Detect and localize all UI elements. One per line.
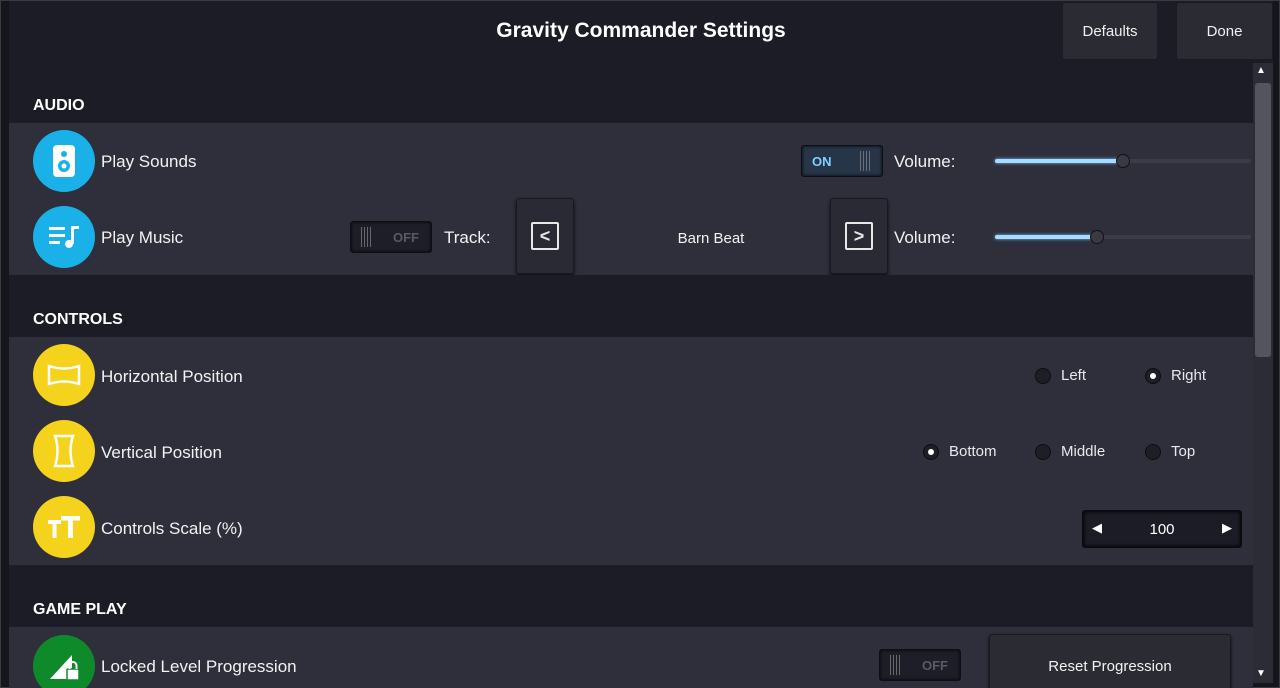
track-name: Barn Beat — [677, 230, 745, 247]
radio-top[interactable]: Top — [1145, 443, 1195, 460]
locked-progression-label: Locked Level Progression — [101, 657, 297, 676]
radio-bottom[interactable]: Bottom — [923, 443, 997, 460]
radio-top-dot — [1145, 443, 1161, 460]
gameplay-section-header: GAME PLAY — [9, 565, 1253, 627]
sound-volume-thumb[interactable] — [1116, 154, 1130, 168]
defaults-button[interactable]: Defaults — [1062, 2, 1158, 60]
radio-bottom-dot — [923, 443, 939, 460]
radio-left[interactable]: Left — [1035, 367, 1086, 384]
toggle-grip-icon — [860, 151, 872, 171]
controls-scale-stepper[interactable]: ◀ 100 ▶ — [1082, 510, 1242, 548]
chevron-left-icon: < — [531, 222, 559, 250]
music-volume-slider[interactable] — [995, 230, 1251, 244]
gameplay-heading: GAME PLAY — [33, 601, 127, 618]
music-volume-fill — [995, 235, 1098, 239]
play-music-label: Play Music — [101, 228, 184, 247]
done-button[interactable]: Done — [1176, 2, 1273, 60]
chevron-right-icon: > — [845, 222, 873, 250]
controls-scale-label: Controls Scale (%) — [101, 519, 243, 538]
play-music-toggle[interactable]: OFF — [350, 221, 432, 253]
text-size-icon — [33, 496, 95, 558]
sound-volume-fill — [995, 159, 1123, 163]
previous-track-button[interactable]: < — [516, 198, 574, 274]
audio-section: Play Sounds ON Volume: Play Music OFF Tr… — [9, 123, 1253, 275]
reset-progression-button[interactable]: Reset Progression — [989, 634, 1231, 688]
next-track-button[interactable]: > — [830, 198, 888, 274]
controls-scale-value: 100 — [1149, 521, 1175, 538]
increase-arrow-icon[interactable]: ▶ — [1222, 520, 1232, 536]
audio-section-header: AUDIO — [9, 63, 1253, 123]
radio-middle-label: Middle — [1061, 443, 1106, 460]
music-list-icon — [33, 206, 95, 268]
audio-heading: AUDIO — [33, 97, 85, 114]
locked-progression-toggle[interactable]: OFF — [879, 649, 961, 681]
radio-right[interactable]: Right — [1145, 367, 1206, 384]
settings-window: Gravity Commander Settings Defaults Done… — [0, 0, 1280, 688]
music-volume-label: Volume: — [894, 228, 956, 247]
sound-volume-label: Volume: — [894, 152, 956, 171]
music-volume-thumb[interactable] — [1090, 230, 1105, 244]
play-sounds-toggle[interactable]: ON — [801, 145, 883, 177]
play-sounds-label: Play Sounds — [101, 152, 197, 171]
horizontal-frame-icon — [33, 344, 95, 406]
lock-progress-icon — [33, 635, 95, 688]
radio-bottom-label: Bottom — [949, 443, 997, 460]
scroll-up-icon[interactable]: ▲ — [1256, 65, 1266, 76]
play-music-toggle-state: OFF — [393, 230, 419, 245]
controls-section: Horizontal Position Left Right Vertical … — [9, 337, 1253, 565]
locked-progression-toggle-state: OFF — [922, 658, 948, 673]
speaker-icon — [33, 130, 95, 192]
vertical-scrollbar[interactable]: ▲ ▼ — [1253, 63, 1273, 683]
radio-left-label: Left — [1061, 367, 1087, 384]
toggle-grip-icon — [361, 227, 373, 247]
scroll-down-icon[interactable]: ▼ — [1256, 668, 1266, 679]
settings-content: AUDIO Play Sounds ON Volume: Play Music … — [9, 63, 1253, 688]
vertical-position-label: Vertical Position — [101, 443, 222, 462]
play-sounds-toggle-state: ON — [812, 154, 832, 169]
radio-middle[interactable]: Middle — [1035, 443, 1105, 460]
track-label: Track: — [444, 228, 491, 247]
scrollbar-thumb[interactable] — [1255, 83, 1271, 357]
vertical-frame-icon — [33, 420, 95, 482]
horizontal-position-label: Horizontal Position — [101, 367, 243, 386]
controls-section-header: CONTROLS — [9, 275, 1253, 337]
radio-left-dot — [1035, 367, 1051, 384]
radio-right-label: Right — [1171, 367, 1207, 384]
radio-right-dot — [1145, 367, 1161, 384]
sound-volume-slider[interactable] — [995, 154, 1251, 168]
radio-top-label: Top — [1171, 443, 1196, 460]
radio-middle-dot — [1035, 443, 1051, 460]
toggle-grip-icon — [890, 655, 902, 675]
gameplay-section: Locked Level Progression OFF Reset Progr… — [9, 627, 1253, 688]
controls-heading: CONTROLS — [33, 311, 123, 328]
